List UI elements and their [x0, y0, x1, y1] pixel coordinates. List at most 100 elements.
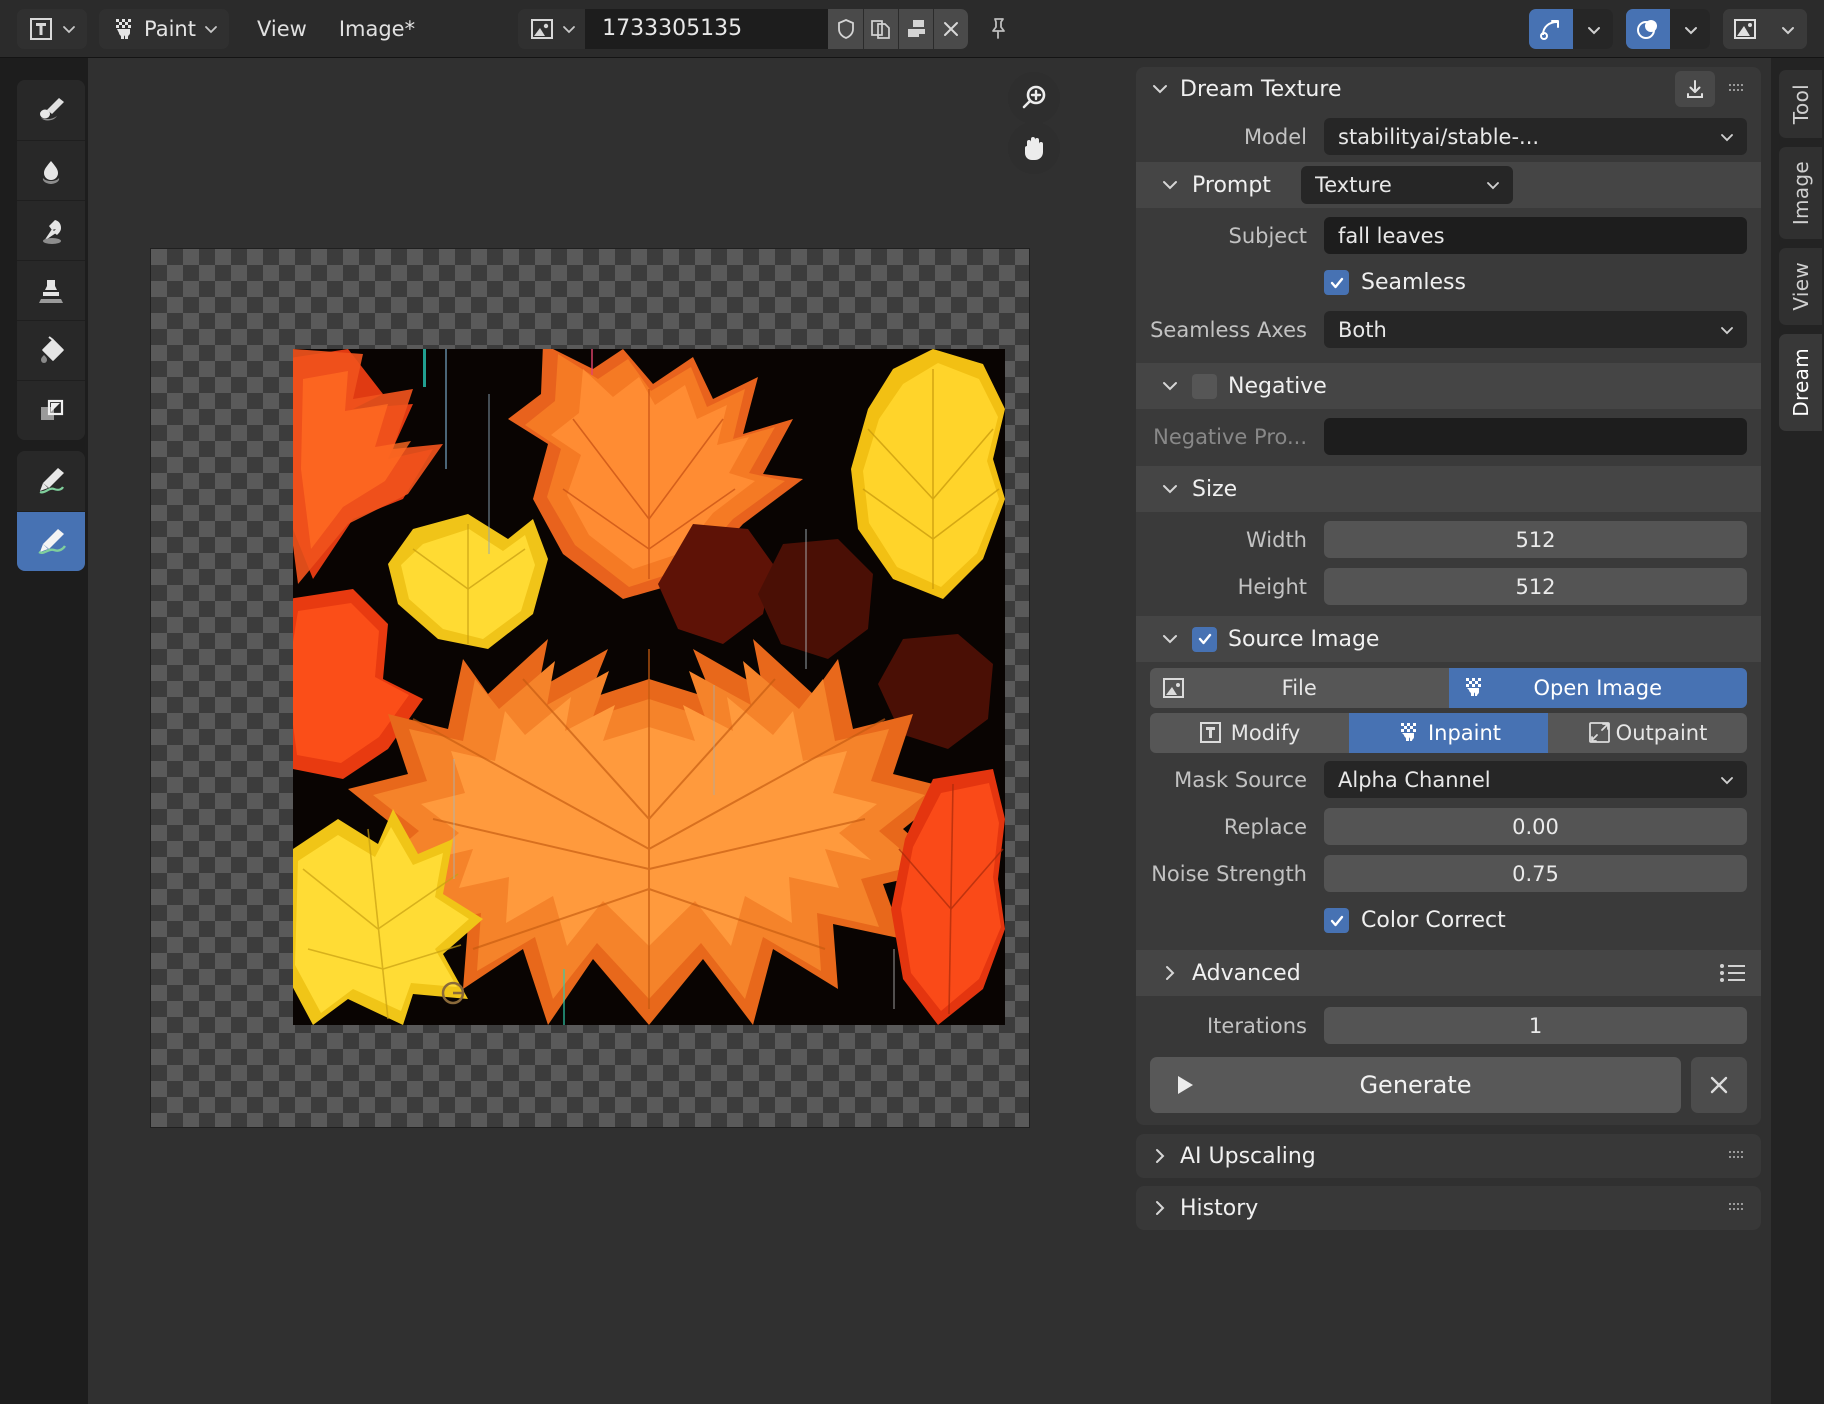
replace-input[interactable]: 0.00: [1324, 808, 1747, 845]
outpaint-label: Outpaint: [1615, 721, 1708, 745]
mask-source-dropdown[interactable]: Alpha Channel: [1324, 761, 1747, 798]
pan-button[interactable]: [1008, 122, 1060, 174]
fake-user-button[interactable]: [828, 8, 864, 49]
model-value: stabilityai/stable-...: [1338, 124, 1540, 149]
prompt-structure-dropdown[interactable]: Texture: [1300, 166, 1513, 204]
ai-upscaling-header[interactable]: AI Upscaling: [1136, 1134, 1761, 1178]
chevron-right-icon: [1150, 1198, 1170, 1218]
draw-tool[interactable]: [17, 80, 85, 140]
image-name-field[interactable]: 1733305135: [585, 8, 829, 49]
width-input[interactable]: 512: [1324, 521, 1747, 558]
source-file-toggle[interactable]: File: [1150, 668, 1449, 708]
negative-section-header[interactable]: Negative: [1136, 363, 1761, 409]
image-file-icon: [1162, 676, 1186, 700]
ai-upscaling-panel[interactable]: AI Upscaling: [1136, 1134, 1761, 1178]
pin-button[interactable]: [981, 9, 1015, 49]
advanced-section-header[interactable]: Advanced: [1136, 950, 1761, 996]
view-display-dropdown[interactable]: [1767, 8, 1807, 49]
mask-source-label: Mask Source: [1174, 767, 1307, 792]
prompt-section-header[interactable]: Prompt Texture: [1136, 162, 1761, 208]
play-icon: [1172, 1072, 1198, 1098]
open-image-icon: [1461, 676, 1485, 700]
overlays-toggle[interactable]: [1626, 8, 1670, 49]
noise-strength-input[interactable]: 0.75: [1324, 855, 1747, 892]
height-input[interactable]: 512: [1324, 568, 1747, 605]
mask-source-row: Mask Source Alpha Channel: [1136, 758, 1761, 801]
mask-tool[interactable]: [17, 380, 85, 440]
model-label: Model: [1243, 124, 1307, 149]
grip-icon[interactable]: [1729, 82, 1747, 96]
model-dropdown[interactable]: stabilityai/stable-...: [1324, 118, 1747, 155]
inpaint-label: Inpaint: [1427, 721, 1502, 745]
generated-texture-image: [293, 349, 1005, 1025]
new-image-button[interactable]: [863, 8, 899, 49]
overlays-toggle-group[interactable]: [1626, 8, 1710, 49]
browse-image-button[interactable]: [518, 8, 586, 49]
pin-icon: [986, 17, 1010, 41]
download-model-button[interactable]: [1675, 71, 1715, 107]
download-icon: [1684, 78, 1706, 100]
grip-icon[interactable]: [1729, 1201, 1747, 1215]
negative-prompt-input[interactable]: [1324, 418, 1747, 455]
preset-list-icon[interactable]: [1719, 962, 1747, 984]
negative-checkbox[interactable]: [1192, 373, 1217, 399]
view-display-group[interactable]: [1723, 8, 1807, 49]
tab-view[interactable]: View: [1779, 248, 1822, 325]
color-correct-checkbox[interactable]: [1324, 908, 1349, 933]
history-header[interactable]: History: [1136, 1186, 1761, 1230]
tab-tool[interactable]: Tool: [1779, 70, 1822, 139]
iterations-input[interactable]: 1: [1324, 1007, 1747, 1044]
hand-icon: [1019, 133, 1049, 163]
outpaint-toggle[interactable]: Outpaint: [1548, 713, 1747, 753]
snap-toggle[interactable]: [1529, 8, 1573, 49]
image-canvas[interactable]: [88, 58, 1126, 1404]
zoom-button[interactable]: [1008, 72, 1060, 124]
browse-image-icon: [529, 16, 555, 42]
inpaint-toggle[interactable]: Inpaint: [1349, 713, 1548, 753]
view-display-toggle[interactable]: [1723, 8, 1767, 49]
chevron-down-icon: [1160, 479, 1182, 499]
history-panel[interactable]: History: [1136, 1186, 1761, 1230]
tab-view-label: View: [1788, 262, 1813, 311]
fill-tool[interactable]: [17, 320, 85, 380]
annotate-line-tool[interactable]: [17, 511, 85, 571]
subject-input[interactable]: fall leaves: [1324, 217, 1747, 254]
grip-icon[interactable]: [1729, 1149, 1747, 1163]
menu-view[interactable]: View: [241, 9, 323, 49]
source-action-toggle-row: Modify Inpaint Outpaint: [1136, 713, 1761, 753]
inpaint-icon: [1396, 721, 1420, 745]
width-row: Width 512: [1136, 518, 1761, 561]
clone-tool[interactable]: [17, 260, 85, 320]
size-section-header[interactable]: Size: [1136, 466, 1761, 512]
copy-to-new-button[interactable]: [898, 8, 934, 49]
modify-toggle[interactable]: Modify: [1150, 713, 1349, 753]
source-image-checkbox[interactable]: [1192, 626, 1217, 652]
snap-options-dropdown[interactable]: [1573, 8, 1613, 49]
transparency-checkerboard: [150, 248, 1030, 1128]
droplet-icon: [33, 153, 69, 189]
dream-texture-header[interactable]: Dream Texture: [1136, 67, 1761, 111]
menu-image[interactable]: Image*: [323, 9, 431, 49]
unlink-image-button[interactable]: [933, 8, 969, 49]
generate-button[interactable]: Generate: [1150, 1057, 1681, 1113]
properties-sidebar: Dream Texture Model stabilityai/stable-.…: [1126, 58, 1771, 1404]
soften-tool[interactable]: [17, 140, 85, 200]
snap-toggle-group[interactable]: [1529, 8, 1613, 49]
annotate-tool[interactable]: [17, 451, 85, 511]
tab-dream[interactable]: Dream: [1779, 333, 1822, 431]
tab-image[interactable]: Image: [1779, 147, 1822, 240]
cancel-generate-button[interactable]: [1691, 1057, 1747, 1113]
source-open-image-toggle[interactable]: Open Image: [1448, 668, 1747, 708]
editor-type-button[interactable]: [17, 9, 87, 49]
smear-tool[interactable]: [17, 200, 85, 260]
editor-type-selector[interactable]: [17, 8, 87, 49]
seamless-axes-dropdown[interactable]: Both: [1324, 311, 1747, 348]
chevron-down-icon: [1719, 322, 1735, 338]
mode-selector[interactable]: Paint: [99, 8, 229, 49]
paint-mode-button[interactable]: Paint: [99, 9, 229, 49]
overlays-options-dropdown[interactable]: [1670, 8, 1710, 49]
seamless-checkbox[interactable]: [1324, 270, 1349, 295]
height-label: Height: [1237, 574, 1307, 599]
paint-bucket-icon: [33, 333, 69, 369]
source-image-section-header[interactable]: Source Image: [1136, 616, 1761, 662]
